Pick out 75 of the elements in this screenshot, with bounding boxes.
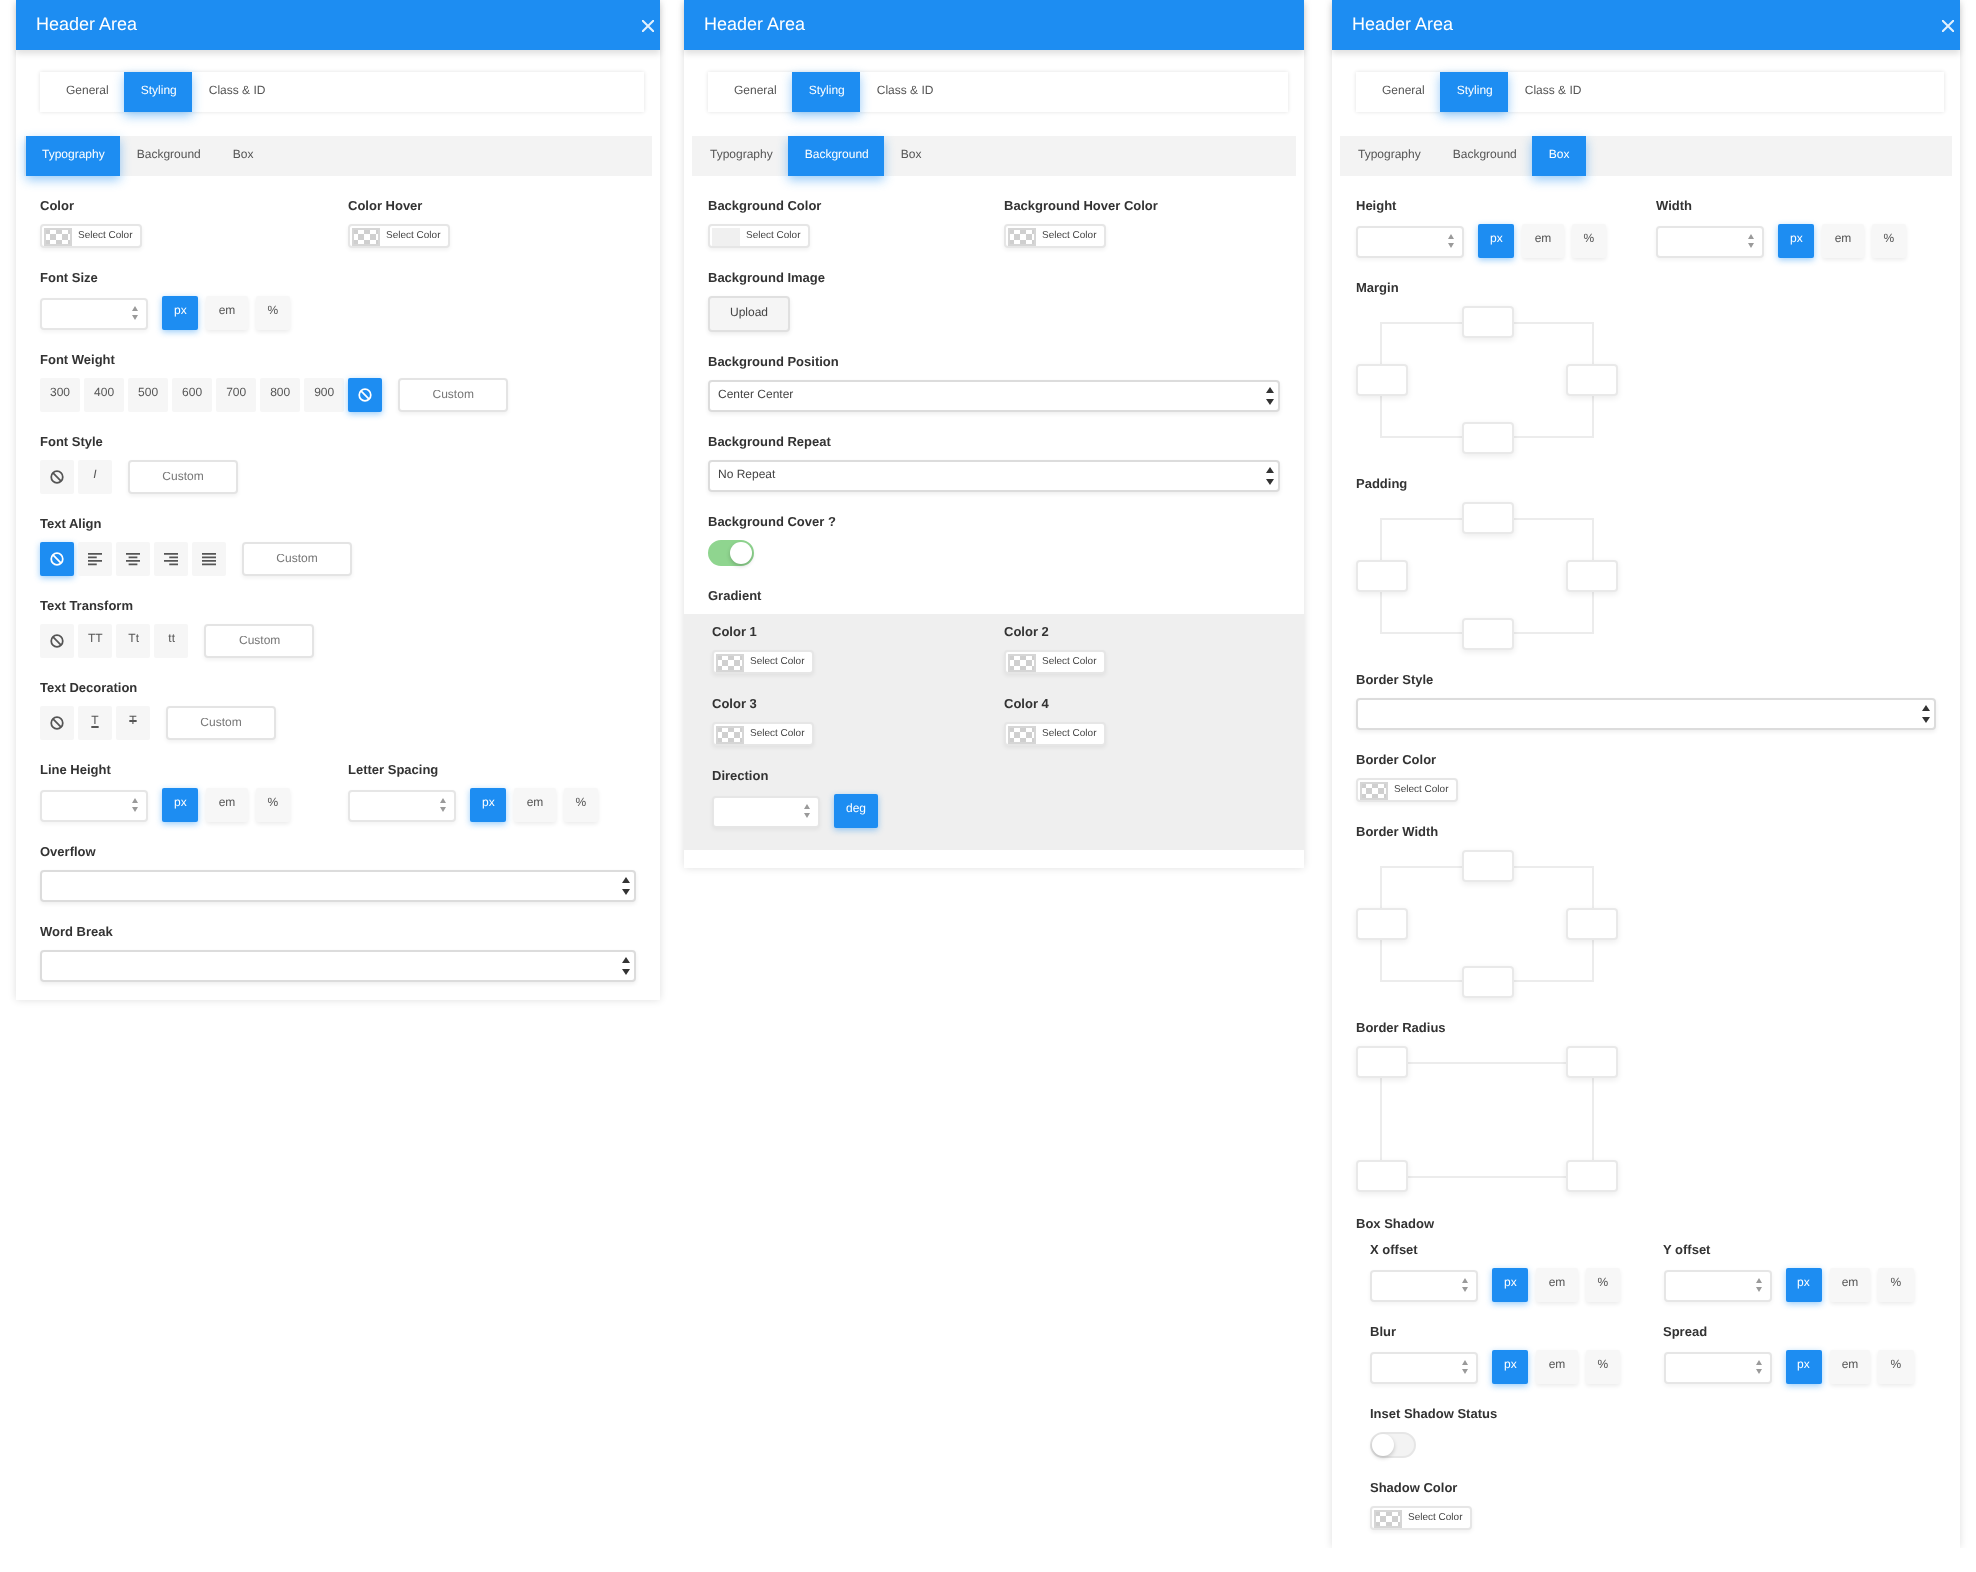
select-arrows-icon[interactable] [1266,386,1274,406]
input-field[interactable] [1566,560,1618,592]
checkerboard-swatch-icon [1008,653,1036,671]
option-button[interactable] [154,542,188,576]
ban-icon [50,552,64,566]
option-button[interactable] [40,542,74,576]
input-field[interactable] [1566,1046,1618,1078]
checkerboard-swatch-icon [1360,781,1388,799]
option-button[interactable] [40,706,74,740]
number-field[interactable] [40,789,148,821]
input-field[interactable] [1356,1046,1408,1078]
number-field[interactable] [1370,1269,1478,1301]
ban-icon [50,716,64,730]
number-field[interactable] [348,789,456,821]
align-justify-icon [202,552,216,566]
spinner-icon[interactable] [1448,234,1454,248]
toggle-switch[interactable] [708,540,754,566]
panel-title: Header Area [1352,14,1454,36]
spinner-icon[interactable] [132,306,138,320]
ban-icon [358,388,373,402]
input-field[interactable] [1356,1160,1408,1192]
input-field[interactable] [1356,908,1408,940]
spinner-icon[interactable] [1462,1360,1468,1374]
input-field[interactable] [1566,364,1618,396]
align-right-icon [164,552,178,566]
spinner-icon[interactable] [132,798,138,812]
option-button[interactable] [40,460,74,494]
align-center-icon [126,552,140,566]
checkerboard-swatch-icon [716,725,744,743]
spinner-icon[interactable] [1462,1278,1468,1292]
number-field[interactable] [40,297,148,329]
input-field[interactable] [1461,618,1513,650]
align-left-icon [88,552,102,566]
select-arrows-icon[interactable] [1922,704,1930,724]
checkerboard-swatch-icon [352,227,380,245]
checkerboard-swatch-icon [716,653,744,671]
close-icon[interactable] [1942,19,1954,31]
panel-title: Header Area [36,14,138,36]
spinner-icon[interactable] [1755,1360,1761,1374]
select-arrows-icon[interactable] [1266,466,1274,486]
input-field[interactable] [1356,364,1408,396]
ban-icon [50,470,64,484]
input-field[interactable] [1461,422,1513,454]
close-icon[interactable] [642,19,654,31]
toggle-switch[interactable] [1370,1432,1416,1458]
checkerboard-swatch-icon [44,227,72,245]
input-field[interactable] [1461,966,1513,998]
number-field[interactable] [1656,225,1764,257]
option-button[interactable] [116,542,150,576]
input-field[interactable] [1356,560,1408,592]
number-field[interactable] [712,795,820,827]
spinner-icon[interactable] [440,798,446,812]
option-button[interactable] [40,624,74,658]
number-field[interactable] [1663,1351,1771,1383]
option-button[interactable] [348,378,383,412]
select-arrows-icon[interactable] [622,956,630,976]
number-field[interactable] [1356,225,1464,257]
select-arrows-icon[interactable] [622,876,630,896]
spinner-icon[interactable] [1748,234,1754,248]
spinner-icon[interactable] [1755,1278,1761,1292]
input-field[interactable] [1461,502,1513,534]
ban-icon [50,634,64,648]
input-field[interactable] [1566,1160,1618,1192]
panel-title: Header Area [704,14,806,36]
option-button[interactable] [78,542,112,576]
input-field[interactable] [1461,850,1513,882]
number-field[interactable] [1370,1351,1478,1383]
checkerboard-swatch-icon [1008,725,1036,743]
checkerboard-swatch-icon [1374,1509,1402,1527]
spinner-icon[interactable] [804,804,810,818]
input-field[interactable] [1566,908,1618,940]
option-button[interactable] [192,542,226,576]
checkerboard-swatch-icon [1008,227,1036,245]
number-field[interactable] [1663,1269,1771,1301]
input-field[interactable] [1461,306,1513,338]
